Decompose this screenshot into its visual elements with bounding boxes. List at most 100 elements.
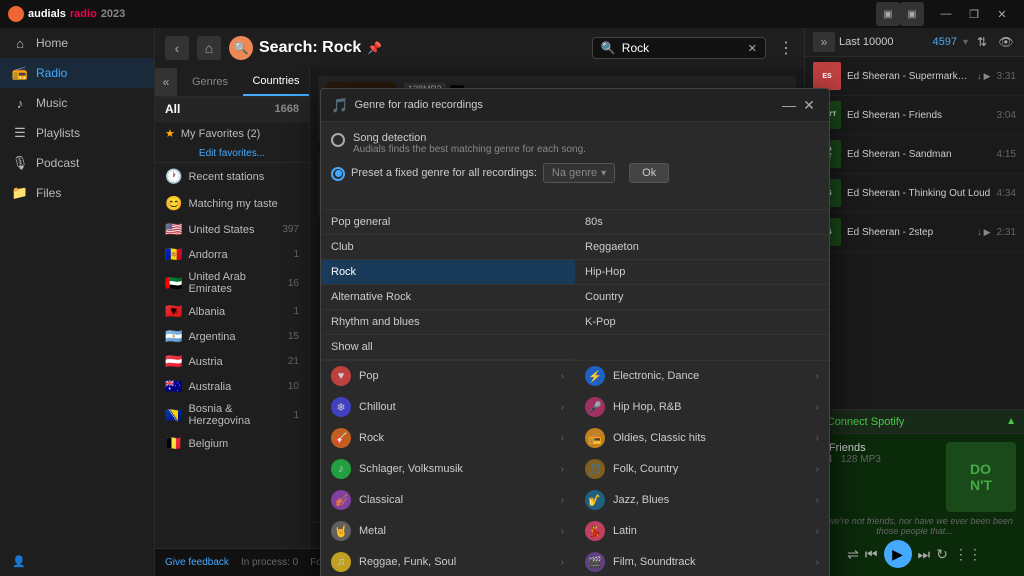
genre-rock[interactable]: Rock xyxy=(321,260,575,285)
close-button[interactable]: ✕ xyxy=(988,4,1016,24)
recent-stations-item[interactable]: 🕐 Recent stations xyxy=(155,163,309,190)
country-andorra[interactable]: 🇦🇩 Andorra 1 xyxy=(155,242,309,267)
radio-button-1[interactable] xyxy=(331,133,345,147)
genre-show-all[interactable]: Show all xyxy=(321,335,575,360)
all-row[interactable]: All 1668 xyxy=(155,97,309,122)
gmi-hiphop[interactable]: 🎤 Hip Hop, R&B › xyxy=(575,392,829,423)
more-button[interactable]: ⋮ xyxy=(778,38,794,58)
gmi-film[interactable]: 🎬 Film, Soundtrack › xyxy=(575,547,829,576)
gmi-reggae-arrow: › xyxy=(561,557,564,568)
view-button[interactable]: 👁 xyxy=(996,32,1016,52)
sort-button[interactable]: ⇅ xyxy=(972,32,992,52)
country-australia-label: Australia xyxy=(188,381,231,393)
shuffle-button[interactable]: ⇌ xyxy=(847,546,859,563)
track-item-3[interactable]: DON'T Ed Sheeran - Sandman 4:15 xyxy=(805,135,1024,174)
user-profile[interactable]: 👤 xyxy=(12,555,142,568)
gmi-oldies[interactable]: 📻 Oldies, Classic hits › xyxy=(575,423,829,454)
nav-section: 🕐 Recent stations 😊 Matching my taste xyxy=(155,163,309,217)
track-item-5[interactable]: ES Ed Sheeran - 2step ↓ ▶ 2:31 xyxy=(805,213,1024,252)
gmi-chillout[interactable]: ❄ Chillout › xyxy=(321,392,574,423)
gmi-pop[interactable]: ♥ Pop › xyxy=(321,361,574,392)
favorites-row[interactable]: ★ My Favorites (2) xyxy=(155,122,309,145)
track-thumb-1: ES xyxy=(813,62,841,90)
feedback-link[interactable]: Give feedback xyxy=(165,557,229,568)
sidebar-item-podcast[interactable]: 🎙 Podcast xyxy=(0,148,154,178)
right-collapse-button[interactable]: » xyxy=(813,32,835,52)
genre-rnb[interactable]: Rhythm and blues xyxy=(321,310,575,335)
gmi-metal[interactable]: 🤘 Metal › xyxy=(321,516,574,547)
sidebar-item-home[interactable]: ⌂ Home xyxy=(0,28,154,58)
tab-countries[interactable]: Countries xyxy=(243,68,309,96)
genre-pop-general[interactable]: Pop general xyxy=(321,210,575,235)
radio-option-2[interactable]: Preset a fixed genre for all recordings:… xyxy=(331,163,819,183)
flag-bih: 🇧🇦 xyxy=(165,407,182,424)
tab-genres[interactable]: Genres xyxy=(177,68,243,96)
volume-button[interactable]: ⋮⋮ xyxy=(954,546,982,563)
gmi-folk-label: Folk, Country xyxy=(613,463,678,475)
track-item-4[interactable]: ES Ed Sheeran - Thinking Out Loud 4:34 xyxy=(805,174,1024,213)
gmi-reggae[interactable]: ♫ Reggae, Funk, Soul › xyxy=(321,547,574,576)
sidebar-item-radio[interactable]: 📻 Radio xyxy=(0,58,154,88)
back-button[interactable]: ‹ xyxy=(165,36,189,60)
dialog-minimize-button[interactable]: — xyxy=(779,95,799,115)
dialog-close-button[interactable]: ✕ xyxy=(799,95,819,115)
genre-club[interactable]: Club xyxy=(321,235,575,260)
gmi-rock[interactable]: 🎸 Rock › xyxy=(321,423,574,454)
country-argentina[interactable]: 🇦🇷 Argentina 15 xyxy=(155,324,309,349)
gmi-classical[interactable]: 🎻 Classical › xyxy=(321,485,574,516)
next-button[interactable]: ⏭ xyxy=(918,546,931,563)
sidebar-item-podcast-label: Podcast xyxy=(36,156,79,170)
country-austria[interactable]: 🇦🇹 Austria 21 xyxy=(155,349,309,374)
search-clear-button[interactable]: ✕ xyxy=(748,42,757,55)
genre-country[interactable]: Country xyxy=(575,285,829,310)
preset-dropdown[interactable]: Na genre ▾ xyxy=(543,163,615,183)
genre-reggaeton[interactable]: Reggaeton xyxy=(575,235,829,260)
genre-80s[interactable]: 80s xyxy=(575,210,829,235)
gmi-folk[interactable]: 🎵 Folk, Country › xyxy=(575,454,829,485)
prev-button[interactable]: ⏮ xyxy=(865,546,878,563)
country-uae[interactable]: 🇦🇪 United Arab Emirates 16 xyxy=(155,267,309,299)
genre-alt-rock[interactable]: Alternative Rock xyxy=(321,285,575,310)
gmi-schlager[interactable]: ♪ Schlager, Volksmusik › xyxy=(321,454,574,485)
edit-favorites-link[interactable]: Edit favorites... xyxy=(155,145,309,163)
pin-icon[interactable]: 📌 xyxy=(367,41,382,55)
country-bih-count: 1 xyxy=(293,410,299,421)
collapse-panel-button[interactable]: « xyxy=(155,68,177,96)
gmi-jazz[interactable]: 🎷 Jazz, Blues › xyxy=(575,485,829,516)
maximize-button[interactable]: ❐ xyxy=(960,4,988,24)
page-title-text: Search: Rock xyxy=(259,39,361,57)
sidebar-item-playlists[interactable]: ☰ Playlists xyxy=(0,118,154,148)
track-item-2[interactable]: DON'T Ed Sheeran - Friends 3:04 xyxy=(805,96,1024,135)
country-belgium-label: Belgium xyxy=(188,438,228,450)
country-albania[interactable]: 🇦🇱 Albania 1 xyxy=(155,299,309,324)
home-nav-button[interactable]: ⌂ xyxy=(197,36,221,60)
country-us[interactable]: 🇺🇸 United States 397 xyxy=(155,217,309,242)
dialog-ok-button[interactable]: Ok xyxy=(629,163,669,183)
search-input[interactable] xyxy=(622,41,742,55)
titlebar-icon-2[interactable]: ▣ xyxy=(900,2,924,26)
dropdown-indicator[interactable]: ▾ xyxy=(963,37,968,48)
dialog-icon: 🎵 xyxy=(331,97,348,114)
podcast-icon: 🎙 xyxy=(12,155,28,171)
minimize-button[interactable]: — xyxy=(932,4,960,24)
country-bih[interactable]: 🇧🇦 Bosnia & Herzegovina 1 xyxy=(155,399,309,431)
flag-australia: 🇦🇺 xyxy=(165,378,182,395)
play-pause-button[interactable]: ▶ xyxy=(884,540,912,568)
matching-taste-item[interactable]: 😊 Matching my taste xyxy=(155,190,309,217)
radio-option-1[interactable]: Song detection Audials finds the best ma… xyxy=(331,132,819,155)
genre-hiphop[interactable]: Hip-Hop xyxy=(575,260,829,285)
country-belgium[interactable]: 🇧🇪 Belgium xyxy=(155,431,309,456)
gmi-latin[interactable]: 💃 Latin › xyxy=(575,516,829,547)
sidebar-item-music[interactable]: ♪ Music xyxy=(0,88,154,118)
sidebar-item-files[interactable]: 📁 Files xyxy=(0,178,154,208)
genre-kpop[interactable]: K-Pop xyxy=(575,310,829,335)
gmi-electronic[interactable]: ⚡ Electronic, Dance › xyxy=(575,361,829,392)
app-logo: audials radio 2023 xyxy=(8,6,125,22)
country-australia[interactable]: 🇦🇺 Australia 10 xyxy=(155,374,309,399)
taste-icon: 😊 xyxy=(165,195,182,212)
repeat-button[interactable]: ↻ xyxy=(936,546,948,563)
titlebar-icon-1[interactable]: ▣ xyxy=(876,2,900,26)
track-item-1[interactable]: ES Ed Sheeran - Supermarket Fl... ↓ ▶ 3:… xyxy=(805,57,1024,96)
radio-button-2[interactable] xyxy=(331,167,345,181)
spotify-connect[interactable]: ♫ Connect Spotify ▲ xyxy=(805,409,1024,434)
